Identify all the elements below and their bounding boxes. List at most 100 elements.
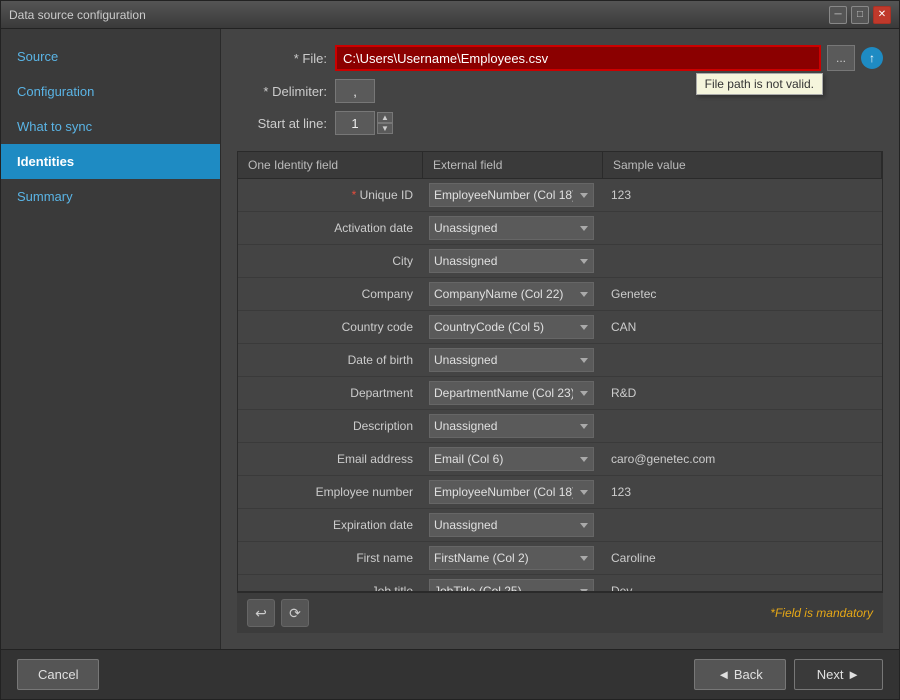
- field-name-cell: Department: [238, 381, 423, 405]
- start-line-label: Start at line:: [237, 116, 327, 131]
- mapping-table: One Identity field External field Sample…: [237, 151, 883, 592]
- mandatory-note: *Field is mandatory: [315, 606, 873, 620]
- start-line-row: Start at line: ▲ ▼: [237, 111, 883, 135]
- table-row: Employee numberEmployeeNumber (Col 18) 12…: [238, 476, 882, 509]
- field-name-cell: Activation date: [238, 216, 423, 240]
- undo-icon: ↩: [255, 605, 267, 622]
- table-row: First nameFirstName (Col 2) Caroline: [238, 542, 882, 575]
- start-line-wrapper: ▲ ▼: [335, 111, 393, 135]
- refresh-icon: ⟳: [289, 605, 301, 622]
- table-row: Job titleJobTitle (Col 25)Dev: [238, 575, 882, 591]
- field-name-cell: Email address: [238, 447, 423, 471]
- file-input-wrapper: ... ↑ File path is not valid.: [335, 45, 883, 71]
- file-info-button[interactable]: ↑: [861, 47, 883, 69]
- sample-value-cell: [603, 521, 882, 529]
- file-error-tooltip: File path is not valid.: [696, 73, 823, 95]
- maximize-button[interactable]: □: [851, 6, 869, 24]
- sidebar-item-source[interactable]: Source: [1, 39, 220, 74]
- table-row: * Unique IDEmployeeNumber (Col 18)123: [238, 179, 882, 212]
- sample-value-cell: [603, 257, 882, 265]
- header-identity-field: One Identity field: [238, 152, 423, 178]
- sample-value-cell: Genetec: [603, 283, 882, 305]
- external-field-select[interactable]: Unassigned: [429, 348, 594, 372]
- sidebar: Source Configuration What to sync Identi…: [1, 29, 221, 649]
- field-name-cell: Employee number: [238, 480, 423, 504]
- start-line-input[interactable]: [335, 111, 375, 135]
- external-field-select[interactable]: FirstName (Col 2): [429, 546, 594, 570]
- file-label: * File:: [237, 51, 327, 66]
- external-field-select[interactable]: DepartmentName (Col 23): [429, 381, 594, 405]
- sample-value-cell: [603, 356, 882, 364]
- sidebar-item-summary[interactable]: Summary: [1, 179, 220, 214]
- main-window: Data source configuration ─ □ ✕ Source C…: [0, 0, 900, 700]
- table-row: Expiration dateUnassigned: [238, 509, 882, 542]
- table-row: CompanyCompanyName (Col 22) Genetec: [238, 278, 882, 311]
- title-bar: Data source configuration ─ □ ✕: [1, 1, 899, 29]
- table-row: Activation dateUnassigned: [238, 212, 882, 245]
- external-field-select[interactable]: Unassigned: [429, 216, 594, 240]
- close-button[interactable]: ✕: [873, 6, 891, 24]
- bottom-toolbar: ↩ ⟳ *Field is mandatory: [237, 592, 883, 633]
- external-field-select[interactable]: EmployeeNumber (Col 18): [429, 183, 594, 207]
- delimiter-label: * Delimiter:: [237, 84, 327, 99]
- back-button[interactable]: ◄ Back: [694, 659, 785, 690]
- sidebar-item-configuration[interactable]: Configuration: [1, 74, 220, 109]
- undo-button[interactable]: ↩: [247, 599, 275, 627]
- file-input[interactable]: [335, 45, 821, 71]
- spin-up-button[interactable]: ▲: [377, 112, 393, 123]
- next-button[interactable]: Next ►: [794, 659, 883, 690]
- field-name-cell: Description: [238, 414, 423, 438]
- table-row: Date of birthUnassigned: [238, 344, 882, 377]
- external-field-cell: FirstName (Col 2): [423, 542, 603, 574]
- table-row: DepartmentDepartmentName (Col 23) R&D: [238, 377, 882, 410]
- sample-value-cell: 123: [603, 481, 882, 503]
- field-name-cell: Country code: [238, 315, 423, 339]
- cancel-button[interactable]: Cancel: [17, 659, 99, 690]
- delimiter-input[interactable]: [335, 79, 375, 103]
- sidebar-item-identities[interactable]: Identities: [1, 144, 220, 179]
- content-area: Source Configuration What to sync Identi…: [1, 29, 899, 649]
- form-area: * File: ... ↑ File path is not valid. * …: [237, 45, 883, 143]
- external-field-select[interactable]: Unassigned: [429, 414, 594, 438]
- field-name-cell: City: [238, 249, 423, 273]
- external-field-cell: EmployeeNumber (Col 18): [423, 476, 603, 508]
- sidebar-item-what-to-sync[interactable]: What to sync: [1, 109, 220, 144]
- table-header: One Identity field External field Sample…: [238, 152, 882, 179]
- window-title: Data source configuration: [9, 8, 829, 22]
- minimize-button[interactable]: ─: [829, 6, 847, 24]
- header-external-field: External field: [423, 152, 603, 178]
- external-field-select[interactable]: EmployeeNumber (Col 18): [429, 480, 594, 504]
- external-field-select[interactable]: CompanyName (Col 22): [429, 282, 594, 306]
- file-browse-button[interactable]: ...: [827, 45, 855, 71]
- table-row: Email addressEmail (Col 6)caro@genetec.c…: [238, 443, 882, 476]
- table-row: DescriptionUnassigned: [238, 410, 882, 443]
- external-field-cell: CompanyName (Col 22): [423, 278, 603, 310]
- external-field-cell: Unassigned: [423, 212, 603, 244]
- external-field-select[interactable]: CountryCode (Col 5): [429, 315, 594, 339]
- external-field-cell: Email (Col 6): [423, 443, 603, 475]
- field-name-cell: Company: [238, 282, 423, 306]
- sample-value-cell: Caroline: [603, 547, 882, 569]
- sample-value-cell: R&D: [603, 382, 882, 404]
- sample-value-cell: [603, 422, 882, 430]
- table-row: Country codeCountryCode (Col 5) CAN: [238, 311, 882, 344]
- sample-value-cell: CAN: [603, 316, 882, 338]
- field-name-cell: First name: [238, 546, 423, 570]
- external-field-cell: Unassigned: [423, 509, 603, 541]
- refresh-button[interactable]: ⟳: [281, 599, 309, 627]
- table-row: CityUnassigned: [238, 245, 882, 278]
- external-field-select[interactable]: JobTitle (Col 25): [429, 579, 594, 591]
- external-field-cell: Unassigned: [423, 245, 603, 277]
- external-field-select[interactable]: Unassigned: [429, 249, 594, 273]
- external-field-cell: EmployeeNumber (Col 18): [423, 179, 603, 211]
- spin-buttons: ▲ ▼: [377, 112, 393, 134]
- nav-buttons: ◄ Back Next ►: [694, 659, 883, 690]
- spin-down-button[interactable]: ▼: [377, 123, 393, 134]
- external-field-select[interactable]: Email (Col 6): [429, 447, 594, 471]
- title-bar-buttons: ─ □ ✕: [829, 6, 891, 24]
- main-area: * File: ... ↑ File path is not valid. * …: [221, 29, 899, 649]
- external-field-cell: Unassigned: [423, 410, 603, 442]
- external-field-select[interactable]: Unassigned: [429, 513, 594, 537]
- field-name-cell: Expiration date: [238, 513, 423, 537]
- file-row: * File: ... ↑ File path is not valid.: [237, 45, 883, 71]
